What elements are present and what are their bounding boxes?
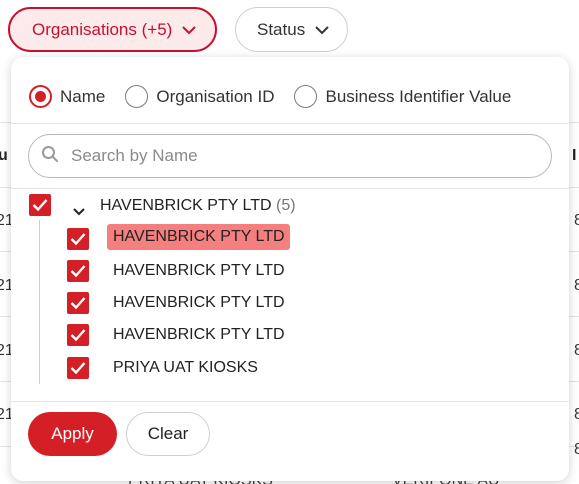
organisations-dropdown-panel: Name Organisation ID Business Identifier… — [11, 57, 569, 481]
table-cell-fragment: 8 — [574, 212, 579, 229]
tree-connector-line — [39, 220, 40, 384]
tree-child-label[interactable]: PRIYA UAT KIOSKS — [113, 359, 258, 377]
radio-button[interactable] — [294, 85, 318, 108]
table-cell-fragment: 8 — [574, 441, 579, 458]
radio-button[interactable] — [29, 85, 52, 108]
search-type-radio-group: Name Organisation ID Business Identifier… — [29, 85, 531, 108]
search-icon — [41, 145, 59, 168]
child-checkbox[interactable] — [67, 292, 89, 314]
chevron-down-icon — [315, 20, 329, 40]
parent-org-count: (5) — [276, 197, 296, 214]
tree-child-label[interactable]: HAVENBRICK PTY LTD — [113, 326, 285, 344]
radio-option-business-identifier[interactable]: Business Identifier Value — [294, 85, 511, 108]
child-checkbox[interactable] — [67, 324, 89, 346]
tree-parent-label: HAVENBRICK PTY LTD (5) — [100, 197, 296, 215]
child-checkbox[interactable] — [67, 357, 89, 379]
radio-label: Organisation ID — [156, 86, 275, 106]
tree-child-label[interactable]: HAVENBRICK PTY LTD — [113, 262, 285, 280]
chevron-down-icon — [182, 20, 197, 40]
table-cell-fragment: 8 — [574, 342, 579, 359]
organisations-filter-label: Organisations (+5) — [32, 19, 173, 39]
radio-option-name[interactable]: Name — [29, 85, 105, 108]
status-filter-label: Status — [257, 19, 306, 39]
divider — [11, 123, 569, 124]
apply-button[interactable]: Apply — [28, 412, 117, 456]
radio-label: Name — [60, 86, 106, 106]
child-checkbox[interactable] — [67, 260, 89, 282]
table-header-fragment: I — [572, 147, 577, 164]
chevron-down-icon[interactable] — [73, 203, 85, 221]
radio-button[interactable] — [125, 85, 149, 108]
tree-child-label[interactable]: HAVENBRICK PTY LTD — [107, 224, 290, 250]
table-cell-fragment: 8 — [574, 406, 579, 423]
status-filter-button[interactable]: Status — [235, 7, 348, 52]
radio-label: Business Identifier Value — [325, 86, 512, 106]
parent-org-name: HAVENBRICK PTY LTD — [100, 197, 272, 214]
table-cell-fragment: 8 — [574, 277, 579, 294]
divider — [11, 401, 569, 402]
parent-checkbox[interactable] — [29, 194, 51, 216]
child-checkbox[interactable] — [67, 228, 89, 250]
search-input[interactable] — [71, 146, 511, 166]
tree-child-label[interactable]: HAVENBRICK PTY LTD — [113, 294, 285, 312]
organisations-filter-button[interactable]: Organisations (+5) — [8, 7, 217, 52]
search-box[interactable] — [28, 134, 552, 178]
clear-button[interactable]: Clear — [126, 412, 210, 456]
divider — [11, 188, 569, 189]
radio-option-organisation-id[interactable]: Organisation ID — [125, 85, 274, 108]
table-header-fragment: u — [0, 147, 8, 164]
